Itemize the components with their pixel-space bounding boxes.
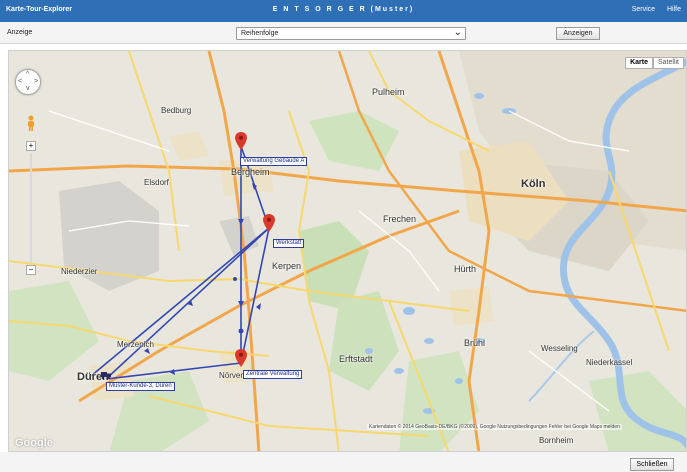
place-label: Bedburg: [161, 106, 192, 115]
menu-help[interactable]: Hilfe: [667, 6, 681, 13]
stop-label[interactable]: Werkstatt: [273, 239, 305, 248]
pan-control[interactable]: ^ < > v: [15, 69, 41, 95]
place-label: Wesseling: [541, 344, 578, 353]
pan-left-icon[interactable]: <: [18, 78, 22, 85]
display-label: Anzeige: [7, 29, 33, 36]
top-menu: Service Hilfe: [622, 6, 681, 13]
map-base: [9, 51, 686, 451]
place-label: Niederzier: [61, 267, 98, 276]
menu-service[interactable]: Service: [632, 6, 655, 13]
map-pin-icon[interactable]: [235, 349, 247, 367]
place-label: Brühl: [464, 338, 486, 348]
place-label: Köln: [521, 178, 546, 190]
stop-label[interactable]: Verwaltung Gebäude A: [240, 157, 308, 166]
zoom-slider[interactable]: [30, 153, 32, 263]
map-canvas[interactable]: Karte Satellit ^ < > v + − Pulheim Köln …: [8, 50, 687, 452]
display-select-value: Reihenfolge: [241, 30, 279, 37]
map-pin-icon[interactable]: [235, 132, 247, 150]
map-type-map-button[interactable]: Karte: [625, 57, 653, 69]
place-label: Erftstadt: [339, 354, 373, 364]
stop-label[interactable]: Zentrale Verwaltung: [243, 370, 303, 379]
place-label: Merzenich: [117, 340, 154, 349]
map-type-control: Karte Satellit: [625, 57, 684, 69]
chevron-down-icon: ⌄: [453, 27, 462, 38]
show-button[interactable]: Anzeigen: [556, 27, 600, 40]
place-label: Bergheim: [231, 167, 270, 177]
pan-up-icon[interactable]: ^: [26, 71, 29, 78]
place-label: Bornheim: [539, 436, 574, 445]
stop-label[interactable]: Muster-Kunde-3, Düren: [106, 382, 175, 391]
place-label: Niederkassel: [586, 358, 633, 367]
place-label: Kerpen: [272, 261, 302, 271]
company-title: E N T S O R G E R (Muster): [272, 6, 415, 13]
place-label: Pulheim: [372, 87, 405, 97]
pan-right-icon[interactable]: >: [34, 78, 38, 85]
close-button[interactable]: Schließen: [630, 458, 674, 471]
zoom-out-button[interactable]: −: [26, 265, 36, 275]
app-window: Karte-Tour-Explorer E N T S O R G E R (M…: [0, 0, 687, 472]
pegman-icon[interactable]: [26, 115, 36, 131]
display-select[interactable]: Reihenfolge ⌄: [236, 27, 466, 40]
map-pin-icon[interactable]: [263, 214, 275, 232]
google-logo: Google: [15, 437, 53, 449]
place-label: Elsdorf: [144, 178, 169, 187]
zoom-in-button[interactable]: +: [26, 141, 36, 151]
pan-down-icon[interactable]: v: [26, 85, 30, 92]
truck-icon[interactable]: [101, 371, 111, 379]
map-copyright[interactable]: Kartendaten © 2014 GeoBasis-DE/BKG (©200…: [367, 424, 622, 430]
place-label: Hürth: [454, 264, 477, 274]
map-type-satellite-button[interactable]: Satellit: [652, 57, 684, 69]
title-bar: Karte-Tour-Explorer E N T S O R G E R (M…: [0, 0, 687, 22]
place-label: Frechen: [383, 214, 417, 224]
footer: Schließen: [0, 452, 687, 472]
toolbar: Anzeige Reihenfolge ⌄ Anzeigen: [0, 22, 687, 44]
